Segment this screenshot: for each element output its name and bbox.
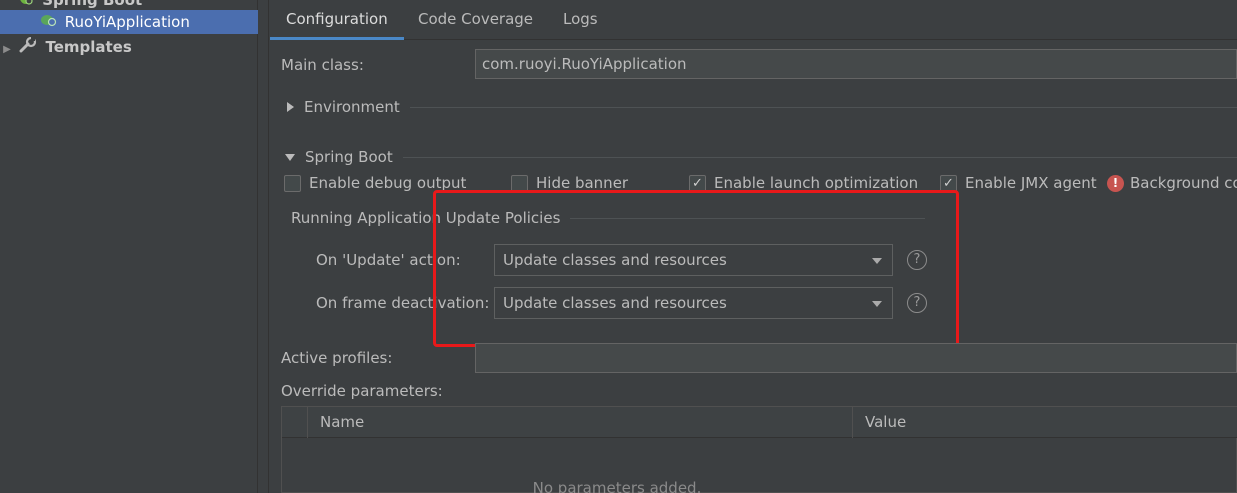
main-class-label: Main class:	[281, 56, 364, 74]
highlight-annotation	[433, 190, 959, 347]
checkbox-box[interactable]	[284, 174, 301, 192]
tree-item-label: RuoYiApplication	[64, 13, 190, 31]
environment-label: Environment	[304, 98, 400, 116]
checkmark-icon[interactable]: ✓	[940, 174, 957, 192]
expanded-arrow-icon	[285, 153, 295, 161]
tree-item-label: Spring Boot	[42, 0, 143, 9]
wrench-icon	[19, 36, 37, 60]
environment-section[interactable]: Environment	[287, 98, 1237, 116]
checkmark-icon[interactable]: ✓	[689, 174, 706, 192]
tab-logs[interactable]: Logs	[547, 0, 614, 40]
configuration-panel: Main class: com.ruoyi.RuoYiApplication E…	[270, 41, 1237, 493]
tab-configuration[interactable]: Configuration	[270, 0, 404, 40]
run-config-tree: Spring Boot RuoYiApplication ▶ Templates	[0, 0, 258, 493]
checkbox-label: Background co	[1130, 174, 1237, 192]
active-profiles-field[interactable]	[475, 343, 1237, 373]
divider	[409, 106, 1237, 108]
override-parameters-label: Override parameters:	[281, 382, 443, 400]
active-profiles-label: Active profiles:	[281, 349, 393, 367]
expand-arrow-icon[interactable]: ▶	[0, 38, 14, 62]
spring-boot-section[interactable]: Spring Boot	[285, 148, 1237, 166]
collapsed-arrow-icon	[287, 102, 294, 112]
column-header-value[interactable]: Value	[852, 407, 1237, 438]
table-header: Name Value	[282, 407, 1237, 438]
splitter[interactable]	[259, 0, 269, 493]
tree-item-ruoyi-application[interactable]: RuoYiApplication	[0, 10, 258, 34]
tab-code-coverage[interactable]: Code Coverage	[402, 0, 549, 40]
divider	[402, 156, 1237, 158]
tree-item-label: Templates	[45, 38, 132, 56]
tree-item-templates[interactable]: ▶ Templates	[0, 35, 132, 59]
checkbox-label: Enable JMX agent	[965, 174, 1097, 192]
checkbox-box[interactable]	[511, 174, 528, 192]
empty-table-message: No parameters added.	[532, 479, 702, 493]
main-class-field[interactable]: com.ruoyi.RuoYiApplication	[475, 49, 1237, 79]
spring-boot-label: Spring Boot	[305, 148, 393, 166]
column-header-name[interactable]: Name	[307, 407, 852, 438]
tab-bar: Configuration Code Coverage Logs	[270, 0, 1237, 40]
error-icon: !	[1107, 174, 1124, 192]
background-compilation-warning[interactable]: ! Background co	[1107, 174, 1237, 192]
enable-jmx-agent-checkbox[interactable]: ✓ Enable JMX agent	[940, 174, 1097, 192]
override-parameters-table[interactable]: Name Value No parameters added.	[281, 406, 1237, 493]
spring-app-icon	[40, 11, 57, 35]
